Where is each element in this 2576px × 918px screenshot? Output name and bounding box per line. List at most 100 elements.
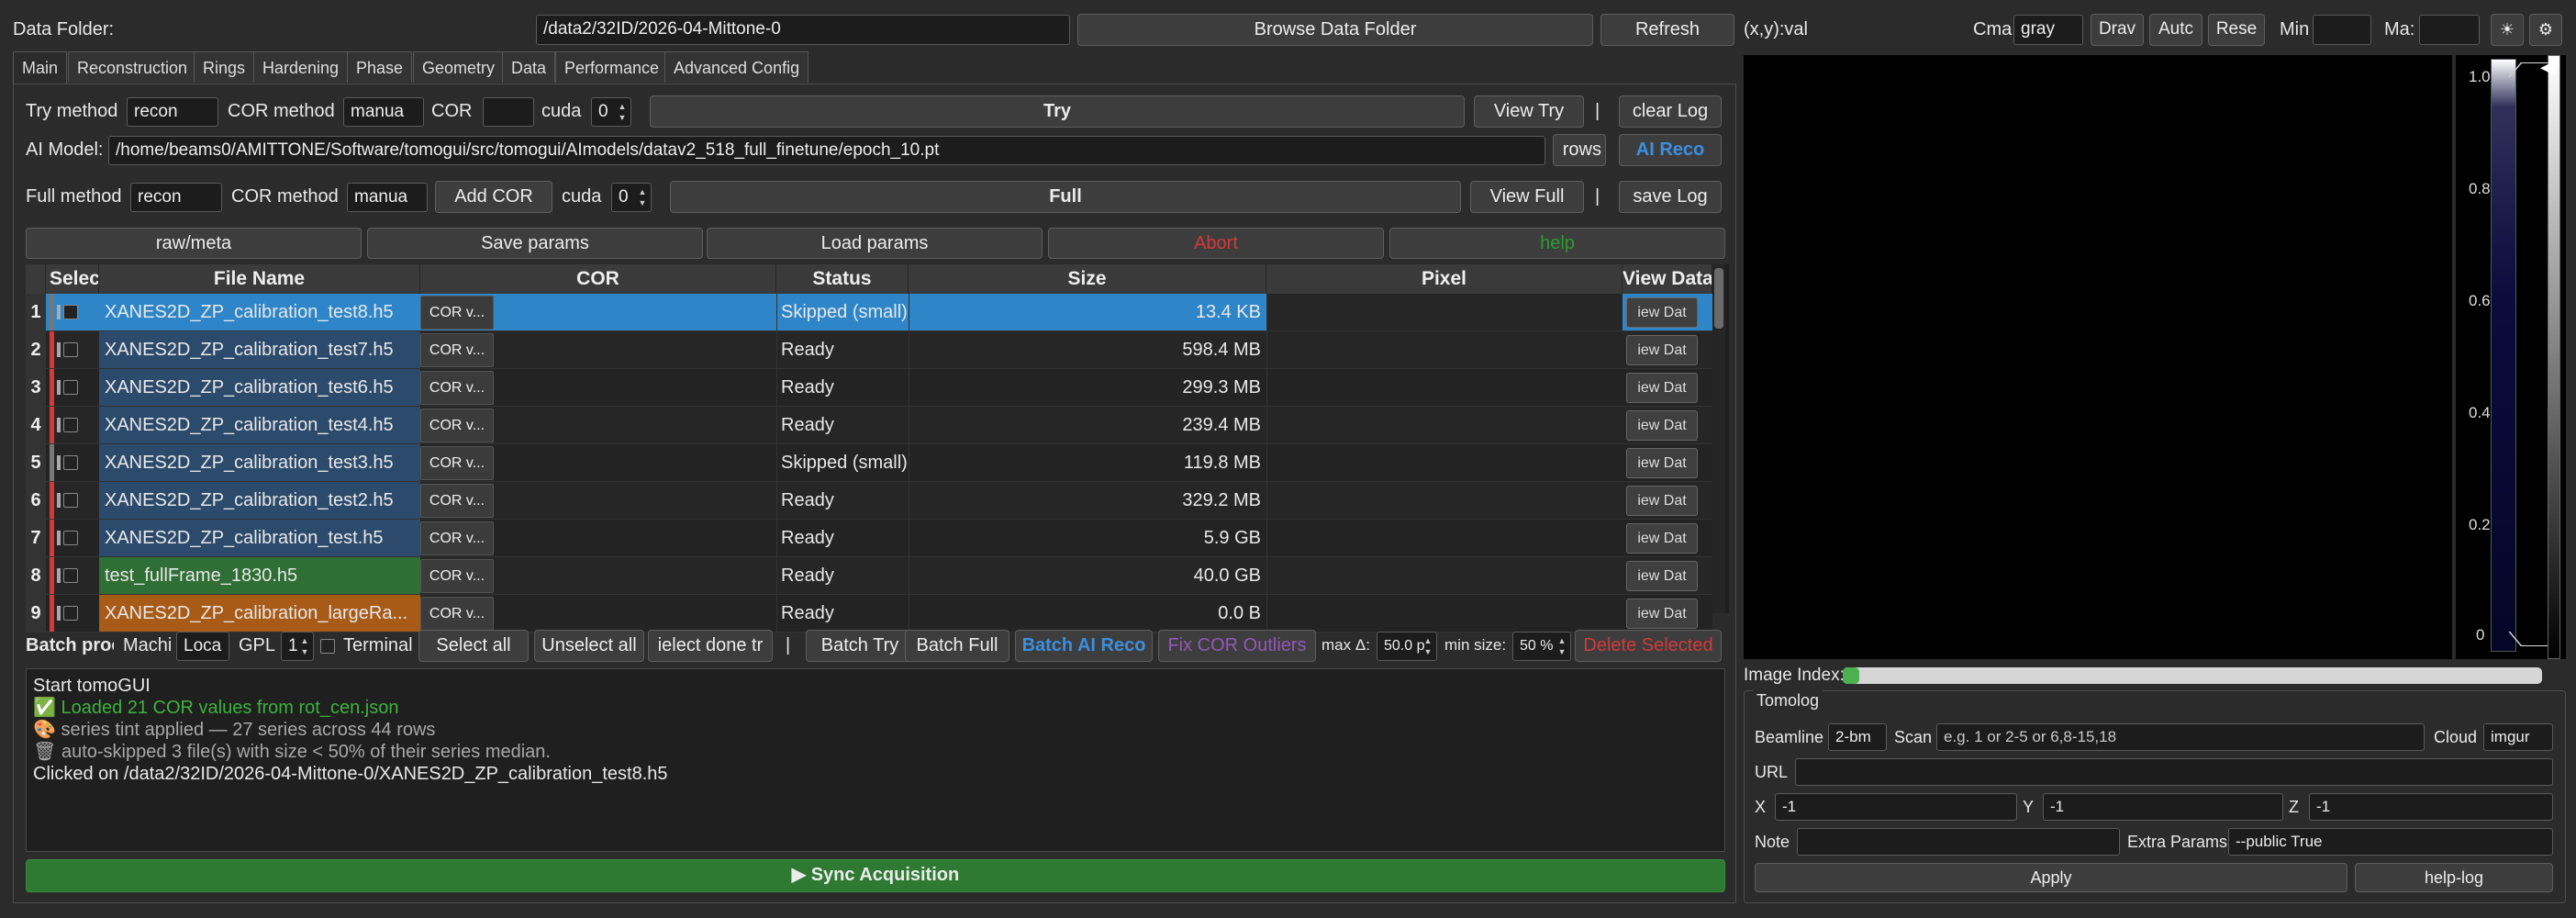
view-data-button[interactable]: iew Dat xyxy=(1626,297,1698,328)
help-button[interactable]: help xyxy=(1389,228,1725,259)
view-data-button[interactable]: iew Dat xyxy=(1626,599,1698,629)
table-row[interactable]: 8 test_fullFrame_1830.h5 COR v... Ready 40.0… xyxy=(26,557,1712,595)
cor-cell[interactable] xyxy=(494,595,776,632)
file-name-cell[interactable]: XANES2D_ZP_calibration_test3.h5 xyxy=(99,444,420,481)
colorbar-histogram[interactable] xyxy=(2491,59,2516,652)
table-row[interactable]: 4 XANES2D_ZP_calibration_test4.h5 COR v...… xyxy=(26,407,1712,444)
row-number[interactable]: 4 xyxy=(26,407,46,444)
abort-button[interactable]: Abort xyxy=(1048,228,1384,259)
tab-phase[interactable]: Phase xyxy=(347,51,413,83)
batch-full-button[interactable]: Batch Full xyxy=(905,630,1009,662)
spin-arrows-icon[interactable]: ▲ ▼ xyxy=(616,101,629,123)
min-size-spinbox[interactable]: 50 % ▲ ▼ xyxy=(1512,632,1571,661)
ai-reco-button[interactable]: AI Reco xyxy=(1619,134,1722,166)
y-input[interactable]: -1 xyxy=(2043,793,2283,821)
clear-log-button[interactable]: clear Log xyxy=(1619,95,1722,128)
z-input[interactable]: -1 xyxy=(2309,793,2553,821)
spin-arrows-icon[interactable]: ▲ ▼ xyxy=(1422,635,1434,657)
load-params-button[interactable]: Load params xyxy=(707,228,1043,259)
row-number[interactable]: 7 xyxy=(26,520,46,557)
column-header-status[interactable]: Status xyxy=(776,264,909,294)
column-header-select[interactable]: Selec xyxy=(46,264,99,294)
batch-ai-reco-button[interactable]: Batch AI Reco xyxy=(1015,630,1153,662)
cloud-select[interactable]: imgur xyxy=(2483,723,2553,751)
gpu-spinbox[interactable]: 1 ▲ ▼ xyxy=(281,632,314,661)
spin-arrows-icon[interactable]: ▲ ▼ xyxy=(1556,635,1568,657)
column-header-file-name[interactable]: File Name xyxy=(99,264,420,294)
row-select-checkbox[interactable] xyxy=(63,455,78,470)
colormap-input[interactable]: gray xyxy=(2013,15,2083,45)
terminal-checkbox[interactable] xyxy=(320,639,335,654)
tab-advanced-config[interactable]: Advanced Config xyxy=(664,51,809,83)
cor-view-button[interactable]: COR v... xyxy=(420,409,494,442)
cor-view-button[interactable]: COR v... xyxy=(420,296,494,330)
view-try-button[interactable]: View Try xyxy=(1474,95,1584,128)
try-cuda-spinbox[interactable]: 0 ▲ ▼ xyxy=(591,97,631,127)
select-done-button[interactable]: ielect done tr xyxy=(648,630,773,662)
row-select-checkbox[interactable] xyxy=(63,606,78,621)
view-full-button[interactable]: View Full xyxy=(1470,181,1584,213)
x-input[interactable]: -1 xyxy=(1775,793,2017,821)
select-all-button[interactable]: Select all xyxy=(418,630,529,662)
max-delta-spinbox[interactable]: 50.0 p ▲ ▼ xyxy=(1377,632,1437,661)
table-row[interactable]: 2 XANES2D_ZP_calibration_test7.h5 COR v...… xyxy=(26,331,1712,369)
view-data-button[interactable]: iew Dat xyxy=(1626,373,1698,403)
machine-select[interactable]: Loca xyxy=(176,632,229,661)
tab-geometry[interactable]: Geometry xyxy=(413,51,505,83)
file-name-cell[interactable]: XANES2D_ZP_calibration_test4.h5 xyxy=(99,407,420,443)
unselect-all-button[interactable]: Unselect all xyxy=(534,630,644,662)
cor-view-button[interactable]: COR v... xyxy=(420,597,494,631)
row-select-checkbox[interactable] xyxy=(63,380,78,395)
tab-rings[interactable]: Rings xyxy=(194,51,255,83)
row-select-checkbox[interactable] xyxy=(63,342,78,357)
view-data-button[interactable]: iew Dat xyxy=(1626,523,1698,554)
colorbar-gradient[interactable] xyxy=(2548,55,2560,659)
log-output[interactable]: Start tomoGUI ✅ Loaded 21 COR values from… xyxy=(26,668,1725,852)
full-cor-method-input[interactable]: manua xyxy=(347,183,428,212)
cor-cell[interactable] xyxy=(494,294,776,330)
file-name-cell[interactable]: XANES2D_ZP_calibration_test2.h5 xyxy=(99,482,420,519)
row-number[interactable]: 3 xyxy=(26,369,46,407)
tab-data[interactable]: Data xyxy=(502,51,556,83)
apply-button[interactable]: Apply xyxy=(1755,863,2347,892)
raw-meta-button[interactable]: raw/meta xyxy=(26,228,362,259)
column-header-view-data[interactable]: View Data xyxy=(1623,264,1712,294)
data-folder-input[interactable]: /data2/32ID/2026-04-Mittone-0 xyxy=(536,15,1070,45)
table-row[interactable]: 5 XANES2D_ZP_calibration_test3.h5 COR v...… xyxy=(26,444,1712,482)
cor-cell[interactable] xyxy=(494,482,776,519)
row-select-checkbox[interactable] xyxy=(63,531,78,545)
cor-cell[interactable] xyxy=(494,557,776,594)
file-name-cell[interactable]: XANES2D_ZP_calibration_test8.h5 xyxy=(99,294,420,330)
help-log-button[interactable]: help-log xyxy=(2355,863,2553,892)
cor-view-button[interactable]: COR v... xyxy=(420,446,494,480)
tab-hardening[interactable]: Hardening xyxy=(253,51,349,83)
file-name-cell[interactable]: XANES2D_ZP_calibration_test.h5 xyxy=(99,520,420,556)
row-select-checkbox[interactable] xyxy=(63,568,78,583)
batch-try-button[interactable]: Batch Try xyxy=(806,630,914,662)
try-cor-input[interactable] xyxy=(483,97,534,127)
table-row[interactable]: 6 XANES2D_ZP_calibration_test2.h5 COR v...… xyxy=(26,482,1712,520)
view-data-button[interactable]: iew Dat xyxy=(1626,410,1698,441)
file-name-cell[interactable]: test_fullFrame_1830.h5 xyxy=(99,557,420,594)
reset-button[interactable]: Rese xyxy=(2208,14,2265,46)
min-input[interactable] xyxy=(2313,15,2371,45)
row-number[interactable]: 5 xyxy=(26,444,46,482)
full-cuda-spinbox[interactable]: 0 ▲ ▼ xyxy=(611,183,652,212)
view-data-button[interactable]: iew Dat xyxy=(1626,561,1698,591)
gear-icon[interactable]: ⚙ xyxy=(2529,14,2562,46)
try-method-input[interactable]: recon xyxy=(127,97,218,127)
full-method-input[interactable]: recon xyxy=(130,183,222,212)
row-select-checkbox[interactable] xyxy=(63,493,78,508)
beamline-input[interactable]: 2-bm xyxy=(1828,723,1887,751)
cor-view-button[interactable]: COR v... xyxy=(420,521,494,555)
view-data-button[interactable]: iew Dat xyxy=(1626,448,1698,478)
try-button[interactable]: Try xyxy=(650,95,1465,128)
row-select-checkbox[interactable] xyxy=(63,305,78,319)
cor-cell[interactable] xyxy=(494,369,776,406)
cor-cell[interactable] xyxy=(494,444,776,481)
row-number[interactable]: 1 xyxy=(26,294,46,331)
cor-cell[interactable] xyxy=(494,331,776,368)
file-name-cell[interactable]: XANES2D_ZP_calibration_test7.h5 xyxy=(99,331,420,368)
refresh-button[interactable]: Refresh xyxy=(1600,14,1734,46)
scan-input[interactable]: e.g. 1 or 2-5 or 6,8-15,18 xyxy=(1936,723,2425,751)
